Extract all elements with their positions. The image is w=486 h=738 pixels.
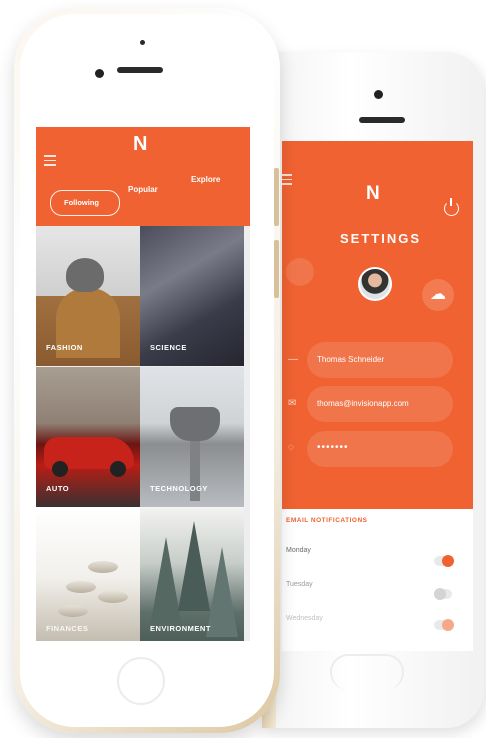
settings-phone-camera <box>374 90 383 99</box>
category-label: AUTO <box>46 484 70 493</box>
category-label: SCIENCE <box>150 343 187 352</box>
toggle-wednesday[interactable] <box>434 619 454 631</box>
password-field-value: ••••••• <box>317 442 349 453</box>
day-label-tuesday: Tuesday <box>286 581 313 588</box>
toggle-monday[interactable] <box>434 555 454 567</box>
menu-icon[interactable] <box>44 152 56 169</box>
app-logo: N <box>366 183 380 204</box>
day-label-monday: Monday <box>286 547 311 554</box>
coin-shape <box>98 591 128 603</box>
beanie-shape <box>66 258 104 292</box>
name-field-value: Thomas Schneider <box>317 355 385 364</box>
user-icon: — <box>288 354 298 365</box>
feed-screen: N Following Popular Explore FASHION SCIE… <box>36 127 250 641</box>
tab-following[interactable]: Following <box>50 190 120 216</box>
wheel-shape <box>110 461 126 477</box>
wheel-shape <box>52 461 68 477</box>
binocular-shape <box>170 407 220 441</box>
settings-phone-speaker <box>359 117 405 123</box>
email-field[interactable]: thomas@invisionapp.com <box>307 386 453 422</box>
category-label: ENVIRONMENT <box>150 624 211 633</box>
category-label: TECHNOLOGY <box>150 484 208 493</box>
category-tile-science[interactable]: SCIENCE <box>140 226 244 366</box>
page-title: SETTINGS <box>340 231 422 246</box>
menu-icon[interactable] <box>282 171 292 188</box>
coin-shape <box>66 581 96 593</box>
category-tile-fashion[interactable]: FASHION <box>36 226 140 366</box>
volume-button <box>274 168 279 226</box>
category-tile-finances[interactable]: FINANCES <box>36 507 140 641</box>
mail-icon: ✉ <box>288 398 297 409</box>
upload-button[interactable]: ☁ <box>422 279 454 311</box>
tab-explore[interactable]: Explore <box>191 175 220 184</box>
toggle-knob <box>442 619 454 631</box>
home-button[interactable] <box>117 657 165 705</box>
coin-shape <box>58 605 88 617</box>
category-tile-technology[interactable]: TECHNOLOGY <box>140 367 244 507</box>
tab-popular[interactable]: Popular <box>128 185 158 194</box>
power-icon[interactable] <box>444 198 459 216</box>
avatar[interactable] <box>358 267 392 301</box>
toggle-knob <box>434 588 446 600</box>
name-field[interactable]: Thomas Schneider <box>307 342 453 378</box>
camera-button[interactable] <box>286 258 314 286</box>
tab-label: Following <box>64 198 99 207</box>
toggle-knob <box>442 555 454 567</box>
password-field[interactable]: ••••••• <box>307 431 453 467</box>
earpiece-speaker <box>117 67 163 73</box>
lock-icon: ◌ <box>288 442 294 453</box>
category-tile-auto[interactable]: AUTO <box>36 367 140 507</box>
category-label: FASHION <box>46 343 83 352</box>
cloud-upload-icon: ☁ <box>430 286 446 303</box>
front-camera <box>95 69 104 78</box>
day-label-wednesday: Wednesday <box>286 615 323 622</box>
category-label: FINANCES <box>46 624 89 633</box>
category-tile-environment[interactable]: ENVIRONMENT <box>140 507 244 641</box>
settings-screen: N SETTINGS ☁ — Thomas Schneider ✉ thomas… <box>282 141 473 651</box>
toggle-tuesday[interactable] <box>434 588 452 600</box>
app-logo: N <box>133 133 148 155</box>
feed-header: N Following Popular Explore <box>36 127 250 226</box>
coin-shape <box>88 561 118 573</box>
volume-button <box>274 240 279 298</box>
settings-phone-home-button[interactable] <box>330 654 404 690</box>
notifications-heading: EMAIL NOTIFICATIONS <box>286 517 368 524</box>
email-field-value: thomas@invisionapp.com <box>317 399 409 408</box>
proximity-sensor <box>140 40 145 45</box>
